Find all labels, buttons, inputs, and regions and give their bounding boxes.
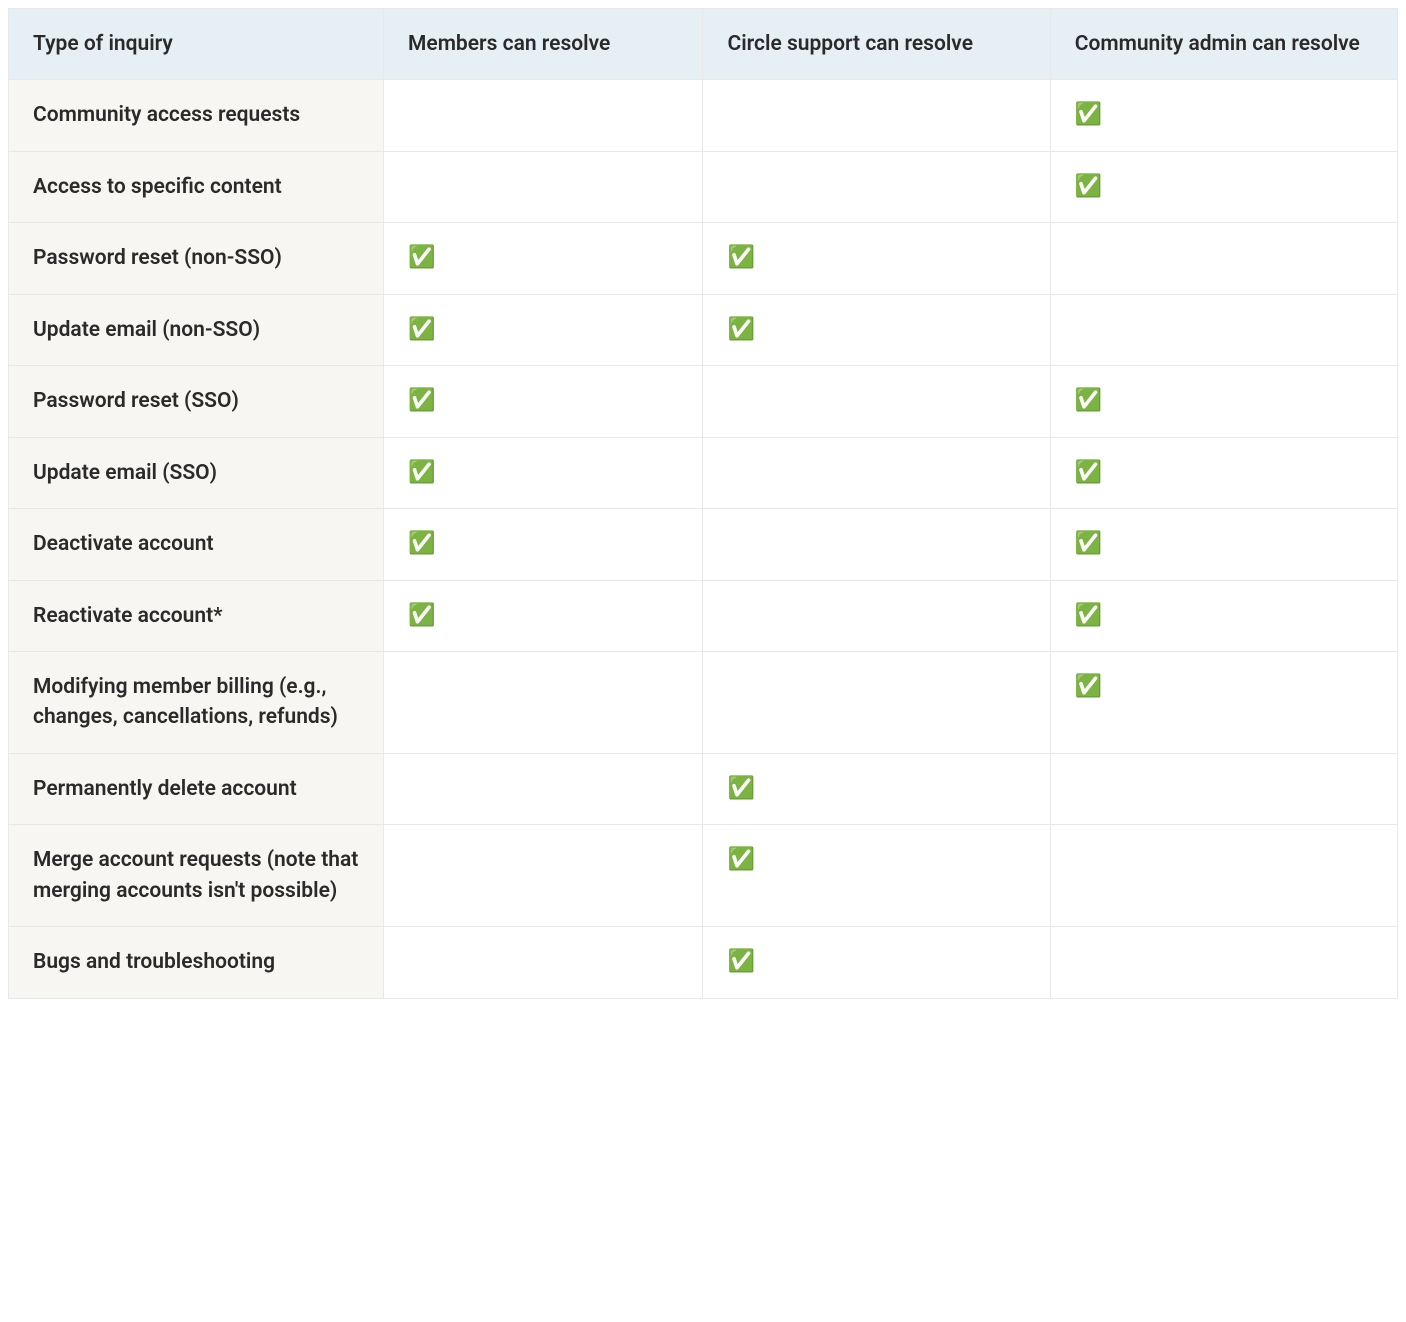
- cell-support: [703, 366, 1050, 437]
- check-icon: ✅: [1075, 102, 1102, 127]
- cell-members: [384, 651, 703, 753]
- cell-admin: ✅: [1050, 437, 1397, 508]
- cell-admin: ✅: [1050, 580, 1397, 651]
- cell-admin: [1050, 825, 1397, 927]
- cell-members: ✅: [384, 580, 703, 651]
- check-icon: ✅: [727, 847, 754, 872]
- table-row: Reactivate account* ✅ ✅: [9, 580, 1398, 651]
- table-row: Password reset (SSO) ✅ ✅: [9, 366, 1398, 437]
- row-label: Permanently delete account: [9, 753, 384, 824]
- row-label: Access to specific content: [9, 151, 384, 222]
- cell-members: [384, 825, 703, 927]
- row-label: Reactivate account*: [9, 580, 384, 651]
- header-support: Circle support can resolve: [703, 9, 1050, 80]
- check-icon: ✅: [1075, 460, 1102, 485]
- cell-admin: ✅: [1050, 651, 1397, 753]
- check-icon: ✅: [408, 603, 435, 628]
- cell-admin: ✅: [1050, 509, 1397, 580]
- check-icon: ✅: [727, 949, 754, 974]
- row-label: Merge account requests (note that mergin…: [9, 825, 384, 927]
- row-label: Modifying member billing (e.g., changes,…: [9, 651, 384, 753]
- check-icon: ✅: [1075, 174, 1102, 199]
- row-label: Update email (non-SSO): [9, 294, 384, 365]
- table-row: Permanently delete account ✅: [9, 753, 1398, 824]
- row-label: Bugs and troubleshooting: [9, 927, 384, 998]
- table-row: Update email (non-SSO) ✅ ✅: [9, 294, 1398, 365]
- table-row: Modifying member billing (e.g., changes,…: [9, 651, 1398, 753]
- cell-admin: ✅: [1050, 80, 1397, 151]
- row-label: Community access requests: [9, 80, 384, 151]
- cell-members: ✅: [384, 437, 703, 508]
- check-icon: ✅: [1075, 603, 1102, 628]
- table-row: Bugs and troubleshooting ✅: [9, 927, 1398, 998]
- cell-members: ✅: [384, 509, 703, 580]
- header-type: Type of inquiry: [9, 9, 384, 80]
- cell-support: [703, 151, 1050, 222]
- table-row: Merge account requests (note that mergin…: [9, 825, 1398, 927]
- table-row: Access to specific content ✅: [9, 151, 1398, 222]
- check-icon: ✅: [408, 531, 435, 556]
- cell-members: [384, 80, 703, 151]
- row-label: Update email (SSO): [9, 437, 384, 508]
- cell-admin: ✅: [1050, 151, 1397, 222]
- cell-members: [384, 753, 703, 824]
- check-icon: ✅: [1075, 674, 1102, 699]
- header-members: Members can resolve: [384, 9, 703, 80]
- table-row: Password reset (non-SSO) ✅ ✅: [9, 223, 1398, 294]
- cell-members: ✅: [384, 366, 703, 437]
- check-icon: ✅: [727, 245, 754, 270]
- inquiry-resolution-table: Type of inquiry Members can resolve Circ…: [8, 8, 1398, 999]
- cell-support: ✅: [703, 294, 1050, 365]
- table-header: Type of inquiry Members can resolve Circ…: [9, 9, 1398, 80]
- cell-support: [703, 651, 1050, 753]
- check-icon: ✅: [1075, 388, 1102, 413]
- cell-members: ✅: [384, 223, 703, 294]
- cell-admin: ✅: [1050, 366, 1397, 437]
- row-label: Password reset (SSO): [9, 366, 384, 437]
- cell-support: ✅: [703, 753, 1050, 824]
- cell-support: [703, 509, 1050, 580]
- cell-admin: [1050, 294, 1397, 365]
- cell-support: [703, 580, 1050, 651]
- cell-support: ✅: [703, 927, 1050, 998]
- cell-members: [384, 151, 703, 222]
- table-row: Deactivate account ✅ ✅: [9, 509, 1398, 580]
- check-icon: ✅: [727, 317, 754, 342]
- cell-support: [703, 437, 1050, 508]
- check-icon: ✅: [1075, 531, 1102, 556]
- row-label: Password reset (non-SSO): [9, 223, 384, 294]
- cell-support: ✅: [703, 825, 1050, 927]
- check-icon: ✅: [408, 460, 435, 485]
- cell-admin: [1050, 927, 1397, 998]
- table-row: Community access requests ✅: [9, 80, 1398, 151]
- cell-support: [703, 80, 1050, 151]
- check-icon: ✅: [408, 317, 435, 342]
- table-body: Community access requests✅Access to spec…: [9, 80, 1398, 998]
- check-icon: ✅: [727, 776, 754, 801]
- cell-members: [384, 927, 703, 998]
- header-admin: Community admin can resolve: [1050, 9, 1397, 80]
- check-icon: ✅: [408, 245, 435, 270]
- cell-members: ✅: [384, 294, 703, 365]
- table-row: Update email (SSO) ✅ ✅: [9, 437, 1398, 508]
- cell-support: ✅: [703, 223, 1050, 294]
- cell-admin: [1050, 223, 1397, 294]
- row-label: Deactivate account: [9, 509, 384, 580]
- check-icon: ✅: [408, 388, 435, 413]
- cell-admin: [1050, 753, 1397, 824]
